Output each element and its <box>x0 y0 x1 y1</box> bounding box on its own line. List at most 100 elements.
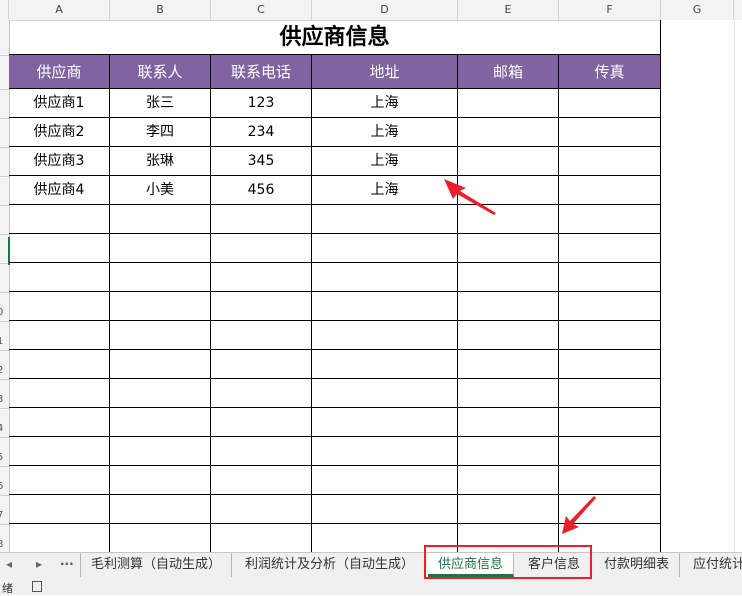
table-cell[interactable] <box>211 292 312 321</box>
scroll-right-icon[interactable]: ▸ <box>36 557 42 571</box>
table-cell[interactable] <box>312 321 458 350</box>
table-cell[interactable] <box>9 379 110 408</box>
scroll-left-icon[interactable]: ◂ <box>6 557 12 571</box>
header-cell-email[interactable]: 邮箱 <box>458 55 559 89</box>
tab-gross-profit[interactable]: 毛利测算（自动生成） <box>80 553 233 577</box>
table-cell[interactable] <box>110 292 211 321</box>
sheet-title[interactable]: 供应商信息 <box>9 20 661 55</box>
column-header-a[interactable]: A <box>9 0 110 20</box>
table-cell[interactable] <box>458 495 559 524</box>
table-cell[interactable]: 供应商2 <box>9 118 110 147</box>
column-header-d[interactable]: D <box>312 0 458 20</box>
table-cell[interactable] <box>110 437 211 466</box>
table-cell[interactable]: 上海 <box>312 118 458 147</box>
more-tabs-button[interactable]: ... <box>60 554 74 568</box>
table-cell[interactable]: 上海 <box>312 147 458 176</box>
column-header-c[interactable]: C <box>211 0 312 20</box>
table-cell[interactable] <box>458 321 559 350</box>
column-header-b[interactable]: B <box>110 0 211 20</box>
table-cell[interactable] <box>211 379 312 408</box>
table-cell[interactable] <box>211 205 312 234</box>
table-cell[interactable]: 张三 <box>110 89 211 118</box>
table-cell[interactable]: 123 <box>211 89 312 118</box>
column-header-g[interactable]: G <box>661 0 734 20</box>
table-cell[interactable] <box>9 495 110 524</box>
table-cell[interactable]: 小美 <box>110 176 211 205</box>
header-cell-phone[interactable]: 联系电话 <box>211 55 312 89</box>
table-cell[interactable] <box>559 379 661 408</box>
table-cell[interactable]: 234 <box>211 118 312 147</box>
table-cell[interactable]: 供应商1 <box>9 89 110 118</box>
spreadsheet-grid[interactable]: 供应商信息 供应商 联系人 联系电话 地址 邮箱 传真 供应商1 张三 123 上海供… <box>9 20 661 552</box>
table-cell[interactable] <box>458 118 559 147</box>
table-cell[interactable] <box>211 466 312 495</box>
table-cell[interactable] <box>559 263 661 292</box>
table-cell[interactable] <box>9 437 110 466</box>
table-cell[interactable] <box>312 205 458 234</box>
table-cell[interactable] <box>312 234 458 263</box>
table-cell[interactable] <box>9 234 110 263</box>
table-cell[interactable] <box>458 408 559 437</box>
table-cell[interactable]: 456 <box>211 176 312 205</box>
table-cell[interactable] <box>211 524 312 552</box>
table-cell[interactable] <box>110 524 211 552</box>
table-cell[interactable] <box>458 89 559 118</box>
empty-column-area[interactable] <box>661 20 742 552</box>
table-cell[interactable] <box>9 263 110 292</box>
header-cell-supplier[interactable]: 供应商 <box>9 55 110 89</box>
table-cell[interactable] <box>211 408 312 437</box>
table-cell[interactable] <box>458 350 559 379</box>
table-cell[interactable] <box>211 234 312 263</box>
table-cell[interactable] <box>110 466 211 495</box>
tab-payment-details[interactable]: 付款明细表 <box>594 553 681 577</box>
column-header-e[interactable]: E <box>458 0 559 20</box>
table-cell[interactable] <box>458 263 559 292</box>
table-cell[interactable] <box>211 321 312 350</box>
table-cell[interactable] <box>559 466 661 495</box>
column-header-f[interactable]: F <box>559 0 661 20</box>
table-cell[interactable] <box>312 263 458 292</box>
table-cell[interactable]: 上海 <box>312 89 458 118</box>
table-cell[interactable] <box>458 466 559 495</box>
table-cell[interactable] <box>9 205 110 234</box>
table-cell[interactable]: 张琳 <box>110 147 211 176</box>
table-cell[interactable]: 供应商4 <box>9 176 110 205</box>
table-cell[interactable] <box>9 408 110 437</box>
table-cell[interactable] <box>9 321 110 350</box>
table-cell[interactable] <box>559 321 661 350</box>
table-cell[interactable] <box>559 176 661 205</box>
header-cell-contact[interactable]: 联系人 <box>110 55 211 89</box>
table-cell[interactable] <box>458 379 559 408</box>
table-cell[interactable]: 供应商3 <box>9 147 110 176</box>
table-cell[interactable] <box>110 350 211 379</box>
table-cell[interactable] <box>110 408 211 437</box>
table-cell[interactable] <box>559 437 661 466</box>
table-cell[interactable] <box>559 205 661 234</box>
select-all-corner[interactable] <box>0 0 9 20</box>
table-cell[interactable]: 李四 <box>110 118 211 147</box>
table-cell[interactable] <box>312 292 458 321</box>
table-cell[interactable] <box>110 379 211 408</box>
table-cell[interactable] <box>458 147 559 176</box>
table-cell[interactable] <box>9 292 110 321</box>
table-cell[interactable] <box>458 234 559 263</box>
table-cell[interactable] <box>110 321 211 350</box>
table-cell[interactable] <box>559 118 661 147</box>
tab-payables-stats[interactable]: 应付统计 <box>683 553 742 577</box>
table-cell[interactable] <box>559 350 661 379</box>
table-cell[interactable] <box>559 292 661 321</box>
table-cell[interactable] <box>211 437 312 466</box>
table-cell[interactable] <box>110 234 211 263</box>
table-cell[interactable] <box>559 234 661 263</box>
table-cell[interactable] <box>559 408 661 437</box>
table-cell[interactable] <box>312 350 458 379</box>
macro-record-icon[interactable] <box>32 581 42 592</box>
table-cell[interactable] <box>110 263 211 292</box>
header-cell-address[interactable]: 地址 <box>312 55 458 89</box>
table-cell[interactable] <box>9 466 110 495</box>
table-cell[interactable] <box>312 495 458 524</box>
table-cell[interactable] <box>458 292 559 321</box>
table-cell[interactable] <box>110 205 211 234</box>
table-cell[interactable] <box>458 437 559 466</box>
table-cell[interactable] <box>559 89 661 118</box>
